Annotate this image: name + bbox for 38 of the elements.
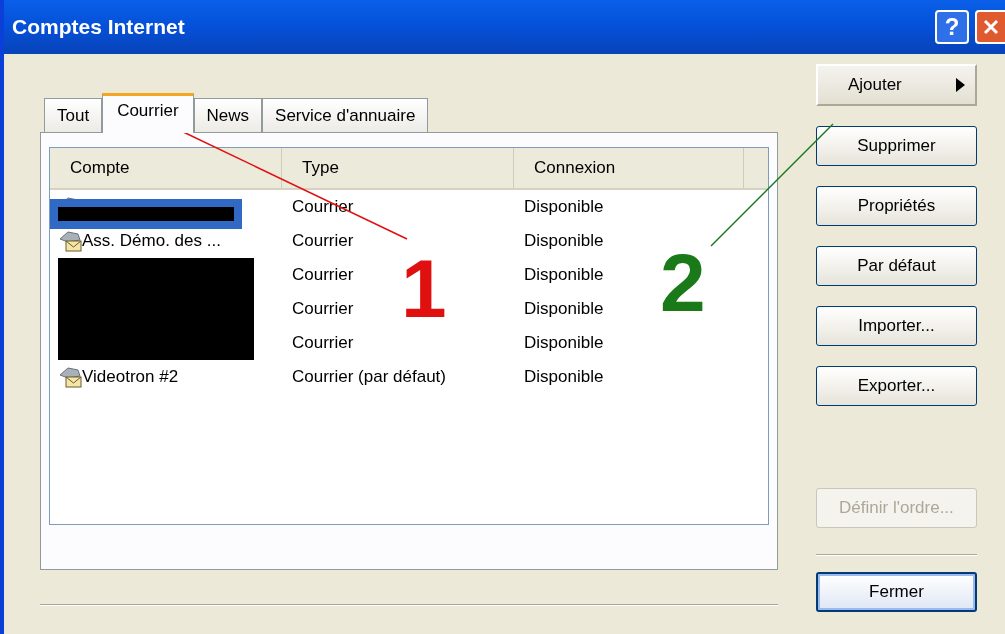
type-cell-text: Courrier xyxy=(291,230,355,253)
tab[interactable]: Service d'annuaire xyxy=(262,98,429,132)
mail-account-icon xyxy=(58,230,82,252)
connection-cell-text: Disponible xyxy=(523,298,605,321)
mail-account-icon xyxy=(58,366,82,388)
type-cell-text: Courrier xyxy=(291,332,355,355)
column-header[interactable]: Connexion xyxy=(514,148,744,188)
column-header[interactable]: Compte xyxy=(50,148,282,188)
account-name: Ass. Démo. des ... xyxy=(82,230,221,253)
type-cell-text: Courrier xyxy=(291,264,355,287)
help-button[interactable]: ? xyxy=(935,10,969,44)
action-button[interactable]: Exporter... xyxy=(815,366,977,406)
connection-cell-text: Disponible xyxy=(523,366,605,389)
arrow-icon xyxy=(956,78,965,92)
tab[interactable]: Tout xyxy=(44,98,103,132)
column-header[interactable]: Type xyxy=(282,148,514,188)
close-dialog-button[interactable]: Fermer xyxy=(815,572,977,612)
annotation-number: 2 xyxy=(660,242,706,324)
type-cell-text: Courrier xyxy=(291,298,355,321)
add-menu-button[interactable]: Ajouter xyxy=(815,64,977,106)
account-cell[interactable]: Ass. Démo. des ... xyxy=(50,224,282,258)
close-icon xyxy=(983,19,999,35)
tab[interactable]: News xyxy=(193,98,263,132)
close-button[interactable] xyxy=(975,10,1005,44)
account-name: Videotron #2 xyxy=(82,366,179,389)
connection-cell-text: Disponible xyxy=(523,332,605,355)
connection-cell-text: Disponible xyxy=(523,264,605,287)
type-cell-text: Courrier (par défaut) xyxy=(291,366,447,389)
action-button[interactable]: Propriétés xyxy=(815,186,977,226)
action-button[interactable]: Importer... xyxy=(815,306,977,346)
connection-cell-text: Disponible xyxy=(523,196,605,219)
action-button[interactable]: Par défaut xyxy=(815,246,977,286)
action-button[interactable]: Supprimer xyxy=(815,126,977,166)
tab[interactable]: Courrier xyxy=(102,93,194,133)
window-title: Comptes Internet xyxy=(12,14,185,41)
account-cell[interactable]: Videotron #2 xyxy=(50,360,282,394)
annotation-number: 1 xyxy=(401,248,447,330)
connection-cell-text: Disponible xyxy=(523,230,605,253)
